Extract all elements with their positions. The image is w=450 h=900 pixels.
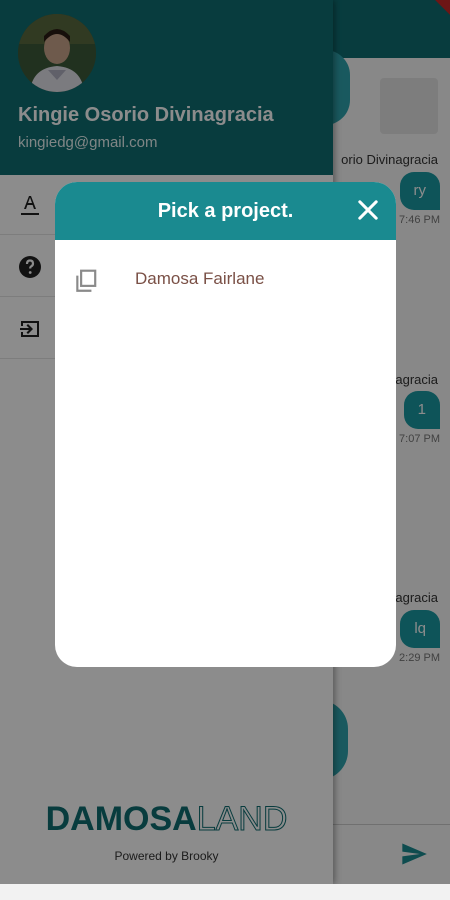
system-nav-bar [0,884,450,900]
close-icon[interactable] [354,196,382,224]
project-list-item[interactable]: Damosa Fairlane [55,252,396,308]
project-picker-dialog: Pick a project. Damosa Fairlane [55,182,396,667]
copy-icon [76,269,97,292]
dialog-title: Pick a project. [157,200,294,222]
project-name: Damosa Fairlane [135,269,265,288]
dialog-header: Pick a project. [55,182,396,240]
